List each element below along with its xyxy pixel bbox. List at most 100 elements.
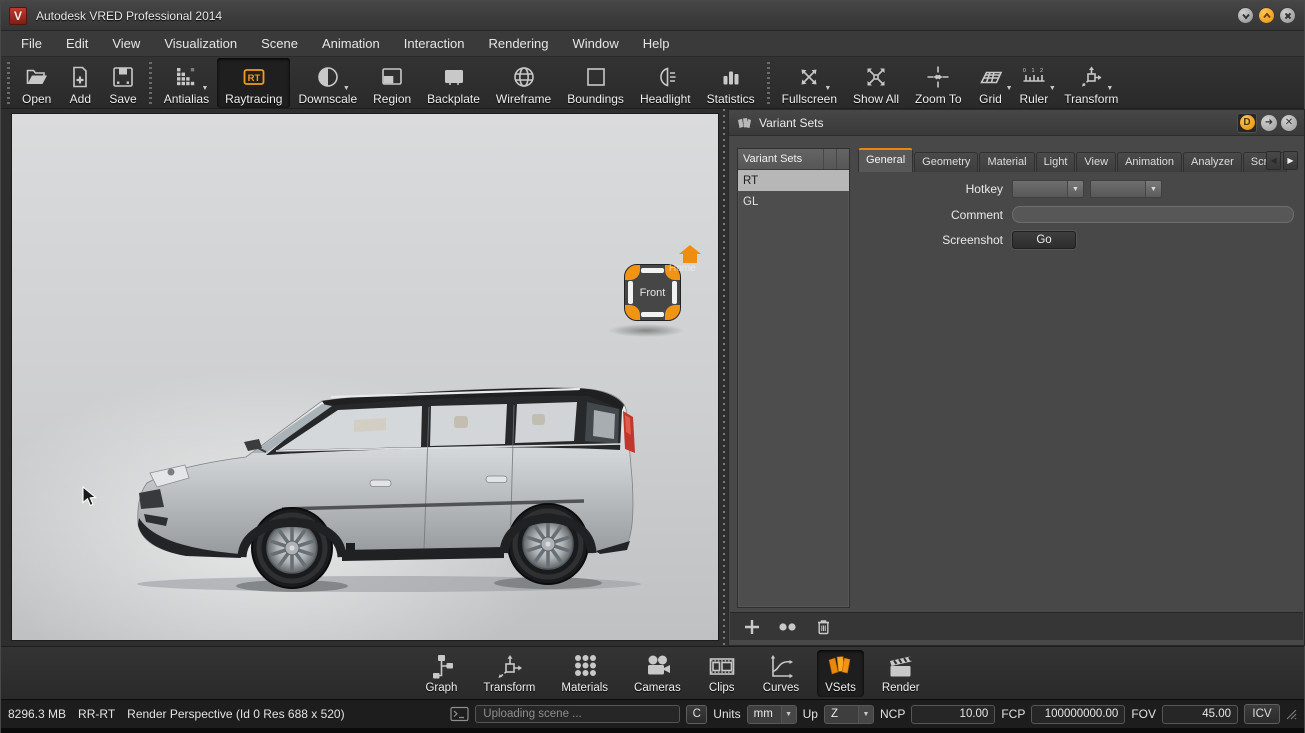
cameras-module-button[interactable]: Cameras [626,650,689,697]
delete-variant-set-button[interactable] [815,618,832,636]
icv-button[interactable]: ICV [1244,704,1280,724]
panel-close-button[interactable]: ✕ [1281,114,1297,131]
region-button[interactable]: Region [365,58,419,108]
list-header-name[interactable]: Variant Sets [738,149,823,169]
render-module-button[interactable]: Render [874,650,928,697]
vsets-module-button[interactable]: VSets [817,649,864,697]
comment-input[interactable] [1012,206,1294,223]
downscale-button[interactable]: ▼ Downscale [290,58,365,108]
variant-sets-list: Variant Sets RT GL [737,148,850,608]
close-button[interactable] [1279,7,1296,24]
tab-geometry[interactable]: Geometry [914,152,979,172]
transform-button[interactable]: ▼ Transform [1056,58,1126,108]
list-item-gl[interactable]: GL [738,191,849,212]
list-header-col3[interactable] [836,149,849,169]
fullscreen-button[interactable]: ▼ Fullscreen [774,58,845,108]
hotkey-modifier-select[interactable]: ▼ [1012,180,1084,198]
maximize-button[interactable] [1258,7,1275,24]
add-file-icon [67,60,93,91]
menu-interaction[interactable]: Interaction [392,32,477,55]
variant-set-properties: General Geometry Material Light View Ani… [858,148,1298,608]
menu-scene[interactable]: Scene [249,32,310,55]
tab-view[interactable]: View [1076,152,1117,172]
menu-rendering[interactable]: Rendering [476,32,560,55]
list-header-col2[interactable] [823,149,836,169]
resize-grip[interactable] [1286,709,1297,720]
fcp-label: FCP [1001,707,1026,721]
fov-input[interactable]: 45.00 [1162,704,1238,724]
save-button[interactable]: Save [101,58,144,108]
chevron-down-icon: ▼ [1145,181,1161,197]
window-title: Autodesk VRED Professional 2014 [36,8,223,23]
backplate-button[interactable]: Backplate [419,58,488,108]
menu-file[interactable]: File [9,32,54,55]
menu-help[interactable]: Help [631,32,682,55]
tab-general[interactable]: General [858,148,914,172]
tab-animation[interactable]: Animation [1117,152,1182,172]
menu-visualization[interactable]: Visualization [152,32,249,55]
dropdown-caret-icon: ▼ [1005,84,1013,92]
tab-material[interactable]: Material [979,152,1035,172]
duplicate-variant-set-button[interactable] [778,620,798,634]
show-all-button[interactable]: Show All [845,58,907,108]
menu-animation[interactable]: Animation [310,32,392,55]
home-view-icon[interactable] [678,244,702,264]
zoom-to-button[interactable]: Zoom To [907,58,969,108]
menu-window[interactable]: Window [560,32,630,55]
region-icon [379,60,405,91]
dock-d-button[interactable]: D [1237,112,1257,133]
console-button[interactable]: C [686,704,708,724]
panel-splitter[interactable] [719,109,728,646]
graph-module-button[interactable]: Graph [417,650,465,697]
screenshot-go-button[interactable]: Go [1012,231,1076,249]
tabs-scroll-left-icon[interactable]: ◀ [1266,151,1281,170]
workspace: Front Home Variant Sets D ➜ ✕ Variant Se… [1,109,1305,646]
units-select[interactable]: mm ▼ [746,704,797,724]
renderer-mode: RR-RT [78,707,116,721]
wireframe-button[interactable]: Wireframe [488,58,559,108]
materials-module-button[interactable]: Materials [553,650,616,697]
grid-button[interactable]: ▼ Grid [970,58,1013,108]
curves-module-button[interactable]: Curves [755,650,807,697]
add-variant-set-button[interactable] [743,618,761,636]
render-viewport[interactable]: Front Home [11,113,719,641]
undock-arrow-button[interactable]: ➜ [1261,114,1277,131]
module-bar: Graph Transform Materials Cameras Clips … [1,646,1304,699]
statistics-button[interactable]: Statistics [699,58,763,108]
boundings-button[interactable]: Boundings [559,58,632,108]
status-bar: 8296.3 MB RR-RT Render Perspective (Id 0… [1,699,1304,728]
transform-module-button[interactable]: Transform [475,650,543,697]
menu-view[interactable]: View [100,32,152,55]
terminal-icon[interactable] [450,706,469,722]
property-tabs: General Geometry Material Light View Ani… [858,148,1298,172]
list-item-rt[interactable]: RT [738,170,849,191]
comment-label: Comment [950,207,1003,222]
tab-analyzer[interactable]: Analyzer [1183,152,1242,172]
headlight-button[interactable]: Headlight [632,58,699,108]
dropdown-caret-icon: ▼ [1106,84,1114,92]
raytracing-button[interactable]: RT Raytracing [217,57,291,108]
toolbar-handle[interactable] [148,61,152,104]
antialias-button[interactable]: ▼ Antialias [156,58,217,108]
chevron-down-icon: ▼ [857,705,873,723]
toolbar-handle[interactable] [7,61,10,104]
toolbar-handle[interactable] [766,61,770,104]
car-model[interactable] [124,360,664,595]
minimize-button[interactable] [1237,7,1254,24]
tab-light[interactable]: Light [1035,152,1076,172]
up-axis-select[interactable]: Z ▼ [823,704,874,724]
hotkey-key-select[interactable]: ▼ [1090,180,1162,198]
open-button[interactable]: Open [14,58,59,108]
add-button[interactable]: Add [59,58,101,108]
screenshot-label: Screenshot [942,233,1003,247]
menu-edit[interactable]: Edit [54,32,100,55]
ruler-button[interactable]: 0 1 2 ▼ Ruler [1012,58,1057,108]
dropdown-caret-icon: ▼ [342,84,350,92]
transform-icon: ▼ [1078,60,1113,92]
vred-window: V Autodesk VRED Professional 2014 File E… [0,0,1305,733]
fcp-input[interactable]: 100000000.00 [1031,704,1126,724]
clips-module-button[interactable]: Clips [699,650,745,697]
tabs-scroll-right-icon[interactable]: ▶ [1283,151,1298,170]
ruler-icon: 0 1 2 ▼ [1021,60,1056,92]
ncp-input[interactable]: 10.00 [911,704,996,724]
